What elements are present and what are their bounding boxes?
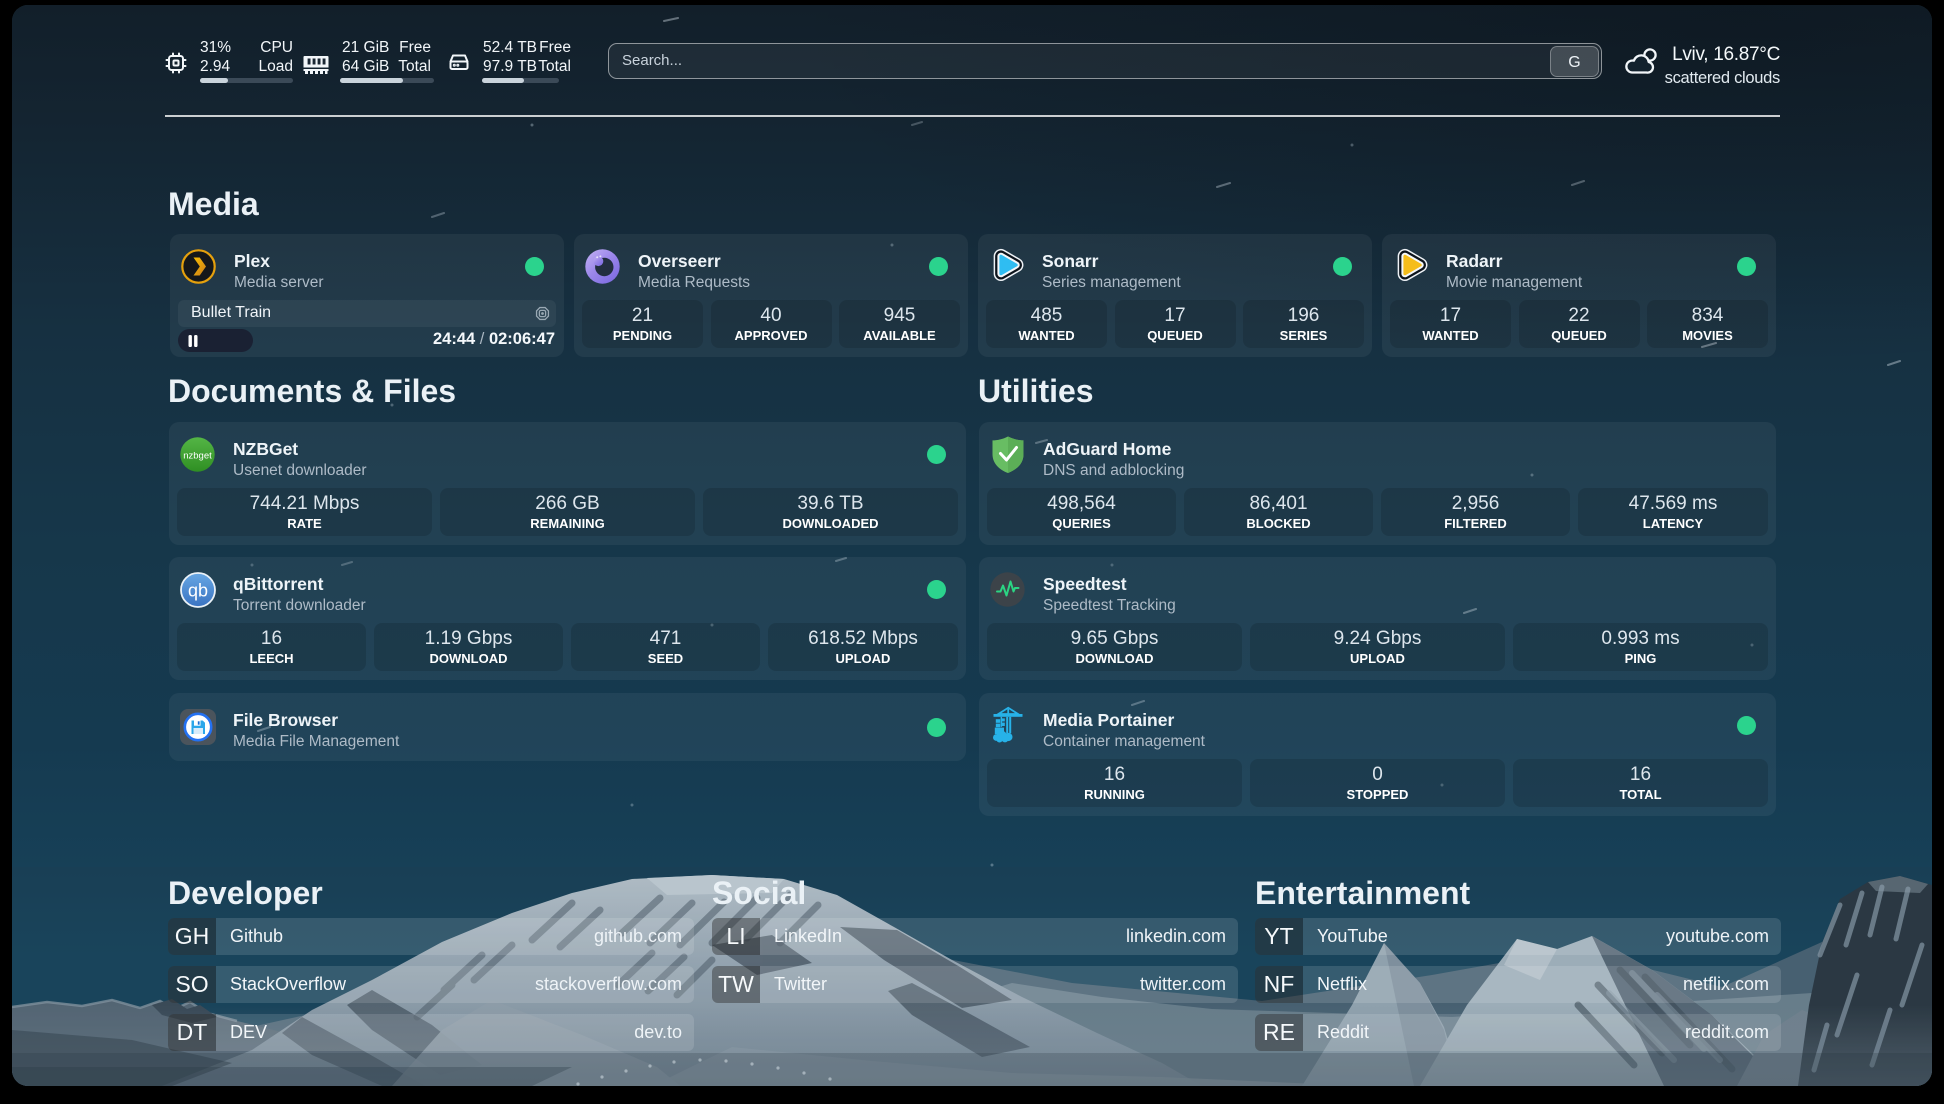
svg-text:nzbget: nzbget [183, 451, 212, 462]
svg-text:qb: qb [188, 581, 208, 601]
